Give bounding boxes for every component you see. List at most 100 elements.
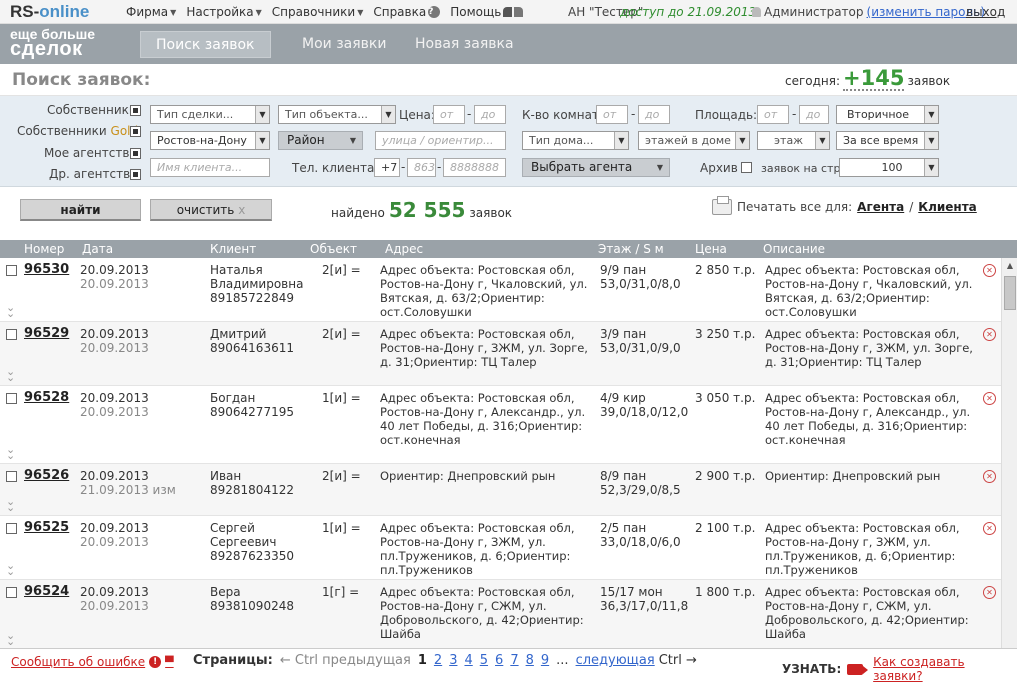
page-link[interactable]: 2 [434, 653, 442, 668]
print-agent-link[interactable]: Агента [857, 200, 904, 214]
price-cell: 2 100 т.р. [695, 521, 756, 535]
row-checkbox[interactable] [6, 587, 17, 598]
col-floor-area[interactable]: Этаж / S м [598, 242, 664, 256]
other-agencies-checkbox[interactable] [130, 169, 141, 180]
phone-code-input[interactable]: +7 [374, 158, 400, 177]
menu-firm[interactable]: Фирма ▼ [126, 5, 176, 19]
page-link[interactable]: 4 [464, 653, 472, 668]
logo[interactable]: RS-online [10, 2, 89, 22]
report-error-link[interactable]: Сообщить об ошибке ! ▀ [11, 655, 174, 669]
rooms-to-input[interactable]: до [638, 105, 670, 124]
request-date: 20.09.2013 20.09.2013 [80, 521, 149, 549]
next-page-link[interactable]: следующая [576, 653, 655, 668]
scroll-thumb[interactable] [1004, 276, 1016, 310]
today-count[interactable]: +145 [843, 67, 905, 91]
row-checkbox[interactable] [6, 265, 17, 276]
owners-checkbox[interactable] [130, 105, 141, 116]
question-icon: ? [428, 6, 441, 18]
area-from-input[interactable]: от [757, 105, 789, 124]
district-button[interactable]: Район ▼ [278, 131, 363, 150]
chevron-down-icon: ▼ [815, 132, 829, 149]
page-link[interactable]: 6 [495, 653, 503, 668]
menu-references[interactable]: Справочники ▼ [272, 5, 364, 19]
tab-new-request[interactable]: Новая заявка [415, 31, 514, 58]
page-link[interactable]: 5 [480, 653, 488, 668]
deal-type-select[interactable]: Тип сделки... ▼ [150, 105, 270, 124]
floor-select[interactable]: этаж ▼ [757, 131, 830, 150]
phone-number-input[interactable]: 8888888 [443, 158, 506, 177]
price-from-input[interactable]: от [433, 105, 465, 124]
clear-button[interactable]: очистить x [150, 199, 272, 221]
delete-icon[interactable]: ✕ [983, 470, 996, 483]
page-link[interactable]: 8 [526, 653, 534, 668]
col-client[interactable]: Клиент [210, 242, 256, 256]
floors-in-house-select[interactable]: этажей в доме ▼ [638, 131, 750, 150]
col-number[interactable]: Номер [24, 242, 64, 256]
area-to-input[interactable]: до [799, 105, 829, 124]
find-button[interactable]: найти [20, 199, 141, 221]
menu-help[interactable]: Помощь [450, 5, 524, 19]
request-number[interactable]: 96529 [24, 327, 69, 341]
scrollbar[interactable]: ▲ [1001, 258, 1017, 648]
per-page-select[interactable]: 100 ▼ [839, 158, 939, 177]
owners-gold-checkbox[interactable] [130, 126, 141, 137]
house-type-select[interactable]: Тип дома... ▼ [522, 131, 629, 150]
row-checkbox[interactable] [6, 393, 17, 404]
col-object[interactable]: Объект [310, 242, 357, 256]
expand-icon[interactable]: ⌄ ⌄ [6, 560, 15, 577]
row-checkbox[interactable] [6, 523, 17, 534]
menu-help-ref[interactable]: Справка? [373, 5, 441, 19]
page-link[interactable]: 3 [449, 653, 457, 668]
expand-icon[interactable]: ⌄ ⌄ [6, 444, 15, 461]
col-price[interactable]: Цена [695, 242, 727, 256]
table-row[interactable]: 96524 20.09.2013 20.09.2013 Вера 8938109024… [0, 580, 1001, 648]
howto-link[interactable]: Как создавать заявки? [873, 655, 1017, 683]
price-to-input[interactable]: до [474, 105, 506, 124]
table-body: 96530 20.09.2013 20.09.2013 Наталья Владими… [0, 258, 1001, 648]
delete-icon[interactable]: ✕ [983, 328, 996, 341]
expand-icon[interactable]: ⌄ ⌄ [6, 496, 15, 513]
row-checkbox[interactable] [6, 329, 17, 340]
table-row[interactable]: 96525 20.09.2013 20.09.2013 Сергей Сергееви… [0, 516, 1001, 580]
top-bar: RS-online Фирма ▼ Настройка ▼ Справочники ▼… [0, 0, 1017, 24]
period-select[interactable]: За все время ▼ [836, 131, 939, 150]
expand-icon[interactable]: ⌄ ⌄ [6, 302, 15, 319]
my-agency-checkbox[interactable] [130, 148, 141, 159]
archive-checkbox[interactable] [741, 162, 752, 173]
delete-icon[interactable]: ✕ [983, 522, 996, 535]
request-number[interactable]: 96526 [24, 469, 69, 483]
request-number[interactable]: 96524 [24, 585, 69, 599]
street-input[interactable]: улица / ориентир... [375, 131, 506, 150]
request-number[interactable]: 96530 [24, 263, 69, 277]
row-checkbox[interactable] [6, 471, 17, 482]
tab-search-requests[interactable]: Поиск заявок [140, 31, 271, 58]
col-description[interactable]: Описание [763, 242, 825, 256]
rooms-from-input[interactable]: от [596, 105, 628, 124]
scroll-up-icon[interactable]: ▲ [1002, 258, 1017, 274]
logout-link[interactable]: выход [966, 5, 1005, 19]
delete-icon[interactable]: ✕ [983, 392, 996, 405]
table-row[interactable]: 96528 20.09.2013 20.09.2013 Богдан 89064277… [0, 386, 1001, 464]
delete-icon[interactable]: ✕ [983, 586, 996, 599]
print-client-link[interactable]: Клиента [918, 200, 977, 214]
menu-settings[interactable]: Настройка ▼ [186, 5, 261, 19]
request-number[interactable]: 96525 [24, 521, 69, 535]
table-row[interactable]: 96530 20.09.2013 20.09.2013 Наталья Владими… [0, 258, 1001, 322]
page-link[interactable]: 7 [510, 653, 518, 668]
client-name-input[interactable]: Имя клиента... [150, 158, 270, 177]
col-date[interactable]: Дата [82, 242, 113, 256]
expand-icon[interactable]: ⌄ ⌄ [6, 366, 15, 383]
table-row[interactable]: 96529 20.09.2013 20.09.2013 Дмитрий 8906416… [0, 322, 1001, 386]
market-select[interactable]: Вторичное ▼ [836, 105, 939, 124]
col-address[interactable]: Адрес [385, 242, 423, 256]
request-number[interactable]: 96528 [24, 391, 69, 405]
choose-agent-button[interactable]: Выбрать агента ▼ [522, 158, 670, 177]
object-type-select[interactable]: Тип объекта... ▼ [278, 105, 396, 124]
delete-icon[interactable]: ✕ [983, 264, 996, 277]
phone-area-input[interactable]: 863 [407, 158, 436, 177]
city-select[interactable]: Ростов-на-Дону ▼ [150, 131, 270, 150]
expand-icon[interactable]: ⌄ ⌄ [6, 630, 15, 647]
tab-my-requests[interactable]: Мои заявки [302, 31, 386, 58]
page-link[interactable]: 9 [541, 653, 549, 668]
table-row[interactable]: 96526 20.09.2013 21.09.2013 изм Иван 892818… [0, 464, 1001, 516]
